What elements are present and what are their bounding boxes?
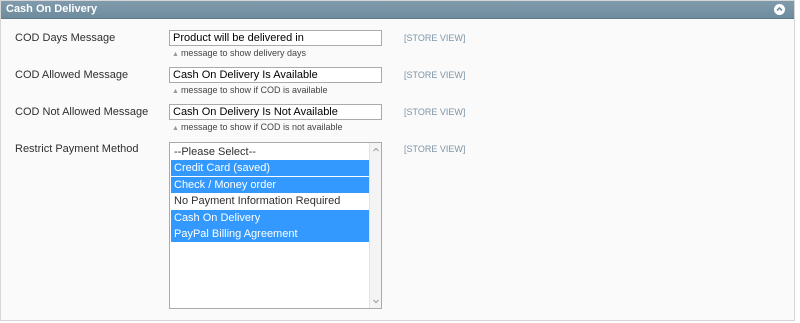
note-arrow-icon: ▲	[172, 51, 179, 58]
collapse-icon[interactable]	[774, 4, 785, 15]
payment-option[interactable]: Check / Money order	[171, 177, 369, 193]
cod-days-message-input[interactable]	[169, 30, 382, 46]
payment-option[interactable]: Credit Card (saved)	[171, 160, 369, 176]
select-scrollbar[interactable]	[369, 143, 381, 308]
restrict-payment-method-label: Restrict Payment Method	[15, 143, 139, 155]
cod-days-message-label: COD Days Message	[15, 32, 116, 44]
payment-option[interactable]: PayPal Billing Agreement	[171, 226, 369, 242]
cod-allowed-message-note: ▲ message to show if COD is available	[172, 85, 328, 97]
restrict-payment-method-scope: [STORE VIEW]	[404, 144, 466, 154]
scroll-up-arrow-icon[interactable]	[370, 144, 381, 156]
cod-allowed-message-input[interactable]	[169, 67, 382, 83]
section-title: Cash On Delivery	[6, 3, 98, 15]
scroll-down-arrow-icon[interactable]	[370, 295, 381, 307]
note-arrow-icon: ▲	[172, 125, 179, 132]
cod-days-message-scope: [STORE VIEW]	[404, 33, 466, 43]
cod-not-allowed-message-input[interactable]	[169, 104, 382, 120]
cod-days-message-note: ▲ message to show delivery days	[172, 48, 306, 60]
payment-option[interactable]: Cash On Delivery	[171, 210, 369, 226]
section-header[interactable]: Cash On Delivery	[1, 1, 794, 19]
cod-not-allowed-message-label: COD Not Allowed Message	[15, 106, 149, 118]
payment-option[interactable]: No Payment Information Required	[171, 193, 369, 209]
cod-allowed-message-note-text: message to show if COD is available	[180, 85, 328, 95]
cod-not-allowed-message-note: ▲ message to show if COD is not available	[172, 122, 343, 134]
cod-allowed-message-label: COD Allowed Message	[15, 69, 129, 81]
restrict-payment-method-select[interactable]: --Please Select-- Credit Card (saved) Ch…	[169, 142, 382, 309]
cod-not-allowed-message-scope: [STORE VIEW]	[404, 107, 466, 117]
cod-allowed-message-scope: [STORE VIEW]	[404, 70, 466, 80]
cod-config-panel: Cash On Delivery COD Days Message ▲messa…	[0, 0, 795, 321]
cod-not-allowed-message-note-text: message to show if COD is not available	[180, 122, 343, 132]
payment-option[interactable]: --Please Select--	[171, 144, 369, 160]
cod-days-message-note-text: message to show delivery days	[180, 48, 306, 58]
note-arrow-icon: ▲	[172, 88, 179, 95]
